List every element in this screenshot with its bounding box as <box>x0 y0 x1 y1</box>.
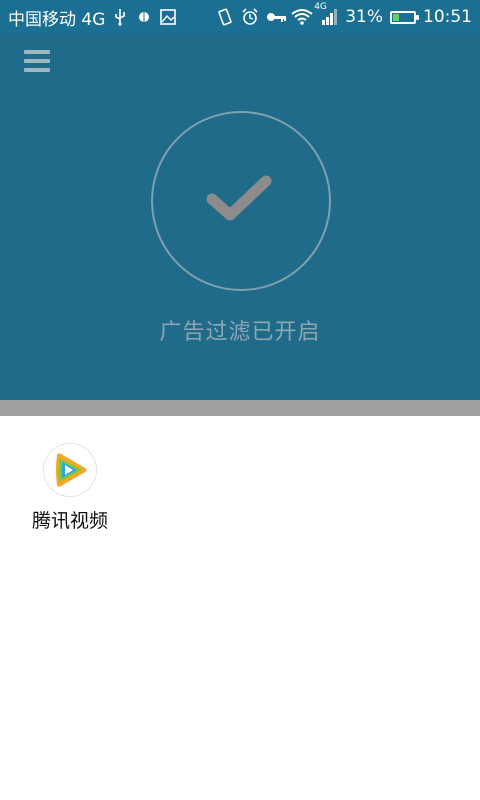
status-ring[interactable] <box>151 111 331 291</box>
android-debug-icon <box>135 8 153 26</box>
app-list: 腾讯视频 <box>0 416 480 532</box>
carrier-label: 中国移动 4G <box>8 9 106 30</box>
battery-level-fill <box>393 13 399 21</box>
section-divider <box>0 400 480 416</box>
screen: 中国移动 4G 4G 31% 10:51 广告过滤已开启 腾讯视频 <box>0 0 480 800</box>
battery-icon <box>390 10 419 24</box>
battery-percent: 31% <box>345 7 383 27</box>
signal-icon: 4G <box>314 2 338 26</box>
app-label: 腾讯视频 <box>31 510 108 532</box>
app-item-tencent-video[interactable]: 腾讯视频 <box>22 444 118 533</box>
status-bar: 中国移动 4G 4G 31% 10:51 <box>0 0 480 34</box>
image-icon <box>159 8 177 26</box>
ad-filter-status-text: 广告过滤已开启 <box>159 320 321 345</box>
menu-line <box>24 59 50 63</box>
status-bar-left: 中国移动 4G <box>8 5 177 30</box>
menu-line <box>24 50 50 54</box>
hamburger-menu-icon[interactable] <box>24 50 50 72</box>
usb-icon <box>111 8 129 26</box>
menu-line <box>24 68 50 72</box>
alarm-icon <box>241 8 259 26</box>
network-type-label: 4G <box>314 2 327 12</box>
wifi-icon <box>291 8 313 26</box>
status-bar-right: 4G 31% 10:51 <box>216 2 472 27</box>
key-icon <box>266 8 287 26</box>
ad-filter-status-panel: 广告过滤已开启 <box>0 34 480 400</box>
tencent-video-icon <box>44 444 96 496</box>
checkmark-icon <box>206 175 272 221</box>
clock: 10:51 <box>423 7 472 27</box>
vibrate-icon <box>216 8 234 26</box>
